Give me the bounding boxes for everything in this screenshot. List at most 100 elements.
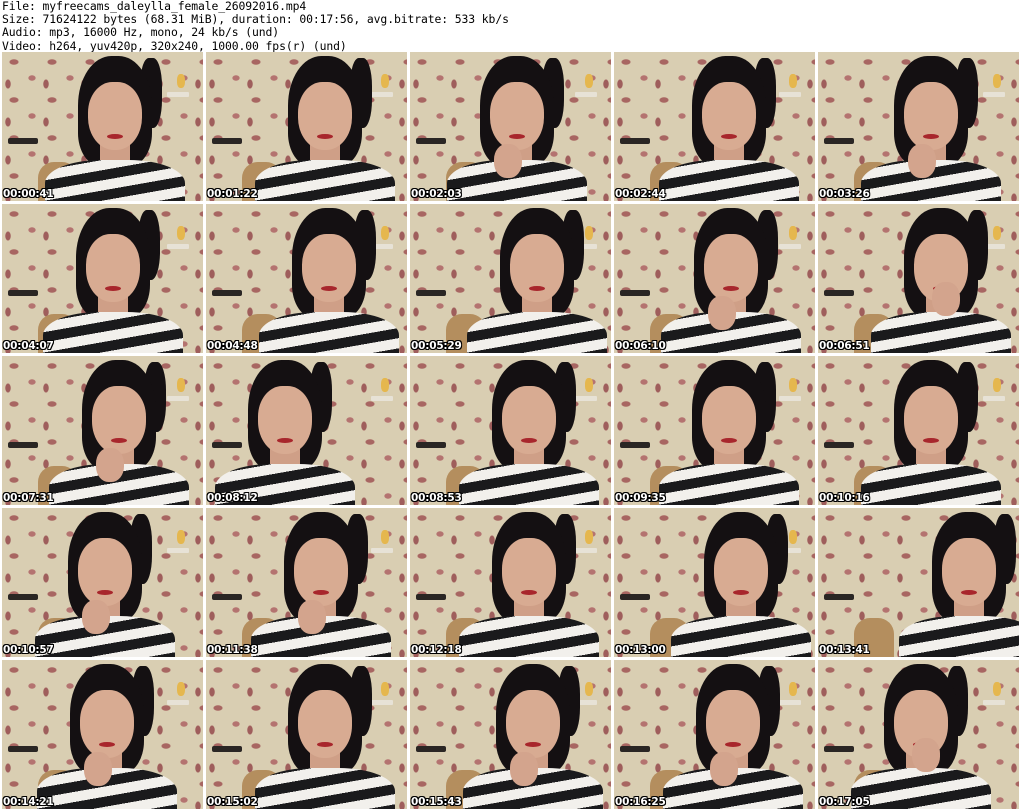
lips xyxy=(317,134,333,139)
hand xyxy=(96,448,124,482)
thumbnail-timestamp: 00:00:41 xyxy=(3,188,54,200)
face xyxy=(502,538,556,606)
video-thumbnail: 00:15:02 xyxy=(206,660,407,809)
thumbnail-timestamp: 00:02:03 xyxy=(411,188,462,200)
face xyxy=(86,234,140,302)
wall-shelf xyxy=(212,746,242,752)
striped-shirt xyxy=(259,312,399,353)
video-thumbnail: 00:08:53 xyxy=(410,356,611,505)
flower-vase xyxy=(789,226,797,240)
lips xyxy=(525,742,541,747)
flower-vase xyxy=(177,682,185,696)
video-thumbnail: 00:03:26 xyxy=(818,52,1019,201)
wall-shelf xyxy=(824,290,854,296)
flower-vase xyxy=(381,530,389,544)
video-thumbnail: 00:07:31 xyxy=(2,356,203,505)
video-thumbnail: 00:15:43 xyxy=(410,660,611,809)
lips xyxy=(923,134,939,139)
video-thumbnail: 00:16:25 xyxy=(614,660,815,809)
flower-vase xyxy=(789,530,797,544)
wall-shelf xyxy=(620,594,650,600)
thumbnail-timestamp: 00:01:22 xyxy=(207,188,258,200)
lips xyxy=(99,742,115,747)
wall-shelf-right xyxy=(983,92,1005,97)
audio-info-line: Audio: mp3, 16000 Hz, mono, 24 kb/s (und… xyxy=(2,25,280,40)
face xyxy=(258,386,312,454)
face xyxy=(942,538,996,606)
wall-shelf xyxy=(620,290,650,296)
video-thumbnail: 00:14:21 xyxy=(2,660,203,809)
lips xyxy=(313,590,329,595)
face xyxy=(904,386,958,454)
video-thumbnail: 00:12:18 xyxy=(410,508,611,657)
wall-shelf xyxy=(620,746,650,752)
wall-shelf xyxy=(620,138,650,144)
wall-shelf-right xyxy=(167,396,189,401)
video-thumbnail: 00:02:03 xyxy=(410,52,611,201)
flower-vase xyxy=(993,682,1001,696)
face xyxy=(506,690,560,758)
lips xyxy=(725,742,741,747)
striped-shirt xyxy=(659,464,799,505)
thumbnail-timestamp: 00:13:41 xyxy=(819,644,870,656)
flower-vase xyxy=(585,226,593,240)
thumbnail-timestamp: 00:10:57 xyxy=(3,644,54,656)
flower-vase xyxy=(789,682,797,696)
video-thumbnail: 00:06:51 xyxy=(818,204,1019,353)
wall-shelf-right xyxy=(575,92,597,97)
face xyxy=(702,386,756,454)
striped-shirt xyxy=(255,768,395,809)
striped-shirt xyxy=(899,616,1019,657)
thumbnail-timestamp: 00:17:05 xyxy=(819,796,870,808)
lips xyxy=(521,438,537,443)
flower-vase xyxy=(789,74,797,88)
flower-vase xyxy=(177,74,185,88)
lips xyxy=(105,286,121,291)
striped-shirt xyxy=(871,312,1011,353)
video-thumbnail: 00:11:38 xyxy=(206,508,407,657)
video-thumbnail: 00:09:35 xyxy=(614,356,815,505)
wall-shelf xyxy=(8,290,38,296)
wall-shelf xyxy=(8,594,38,600)
flower-vase xyxy=(177,378,185,392)
hand xyxy=(84,752,112,786)
video-thumbnail: 00:13:00 xyxy=(614,508,815,657)
flower-vase xyxy=(993,378,1001,392)
wall-shelf xyxy=(416,594,446,600)
wall-shelf xyxy=(824,746,854,752)
wall-shelf xyxy=(416,746,446,752)
face xyxy=(88,82,142,150)
face xyxy=(294,538,348,606)
lips xyxy=(107,134,123,139)
face xyxy=(904,82,958,150)
wall-shelf-right xyxy=(371,396,393,401)
video-info-line: Video: h264, yuv420p, 320x240, 1000.00 f… xyxy=(2,38,347,53)
wall-shelf-right xyxy=(167,92,189,97)
thumbnail-timestamp: 00:11:38 xyxy=(207,644,258,656)
thumbnail-timestamp: 00:13:00 xyxy=(615,644,666,656)
thumbnail-timestamp: 00:10:16 xyxy=(819,492,870,504)
striped-shirt xyxy=(45,160,185,201)
hand xyxy=(298,600,326,634)
file-info-header: File: myfreecams_daleylla_female_2609201… xyxy=(2,0,509,53)
striped-shirt xyxy=(255,160,395,201)
face xyxy=(78,538,132,606)
thumbnail-timestamp: 00:16:25 xyxy=(615,796,666,808)
lips xyxy=(321,286,337,291)
thumbnail-timestamp: 00:08:53 xyxy=(411,492,462,504)
thumbnail-timestamp: 00:04:07 xyxy=(3,340,54,352)
striped-shirt xyxy=(851,768,991,809)
thumbnail-timestamp: 00:06:10 xyxy=(615,340,666,352)
wall-shelf-right xyxy=(983,700,1005,705)
video-thumbnail: 00:13:41 xyxy=(818,508,1019,657)
hand xyxy=(708,296,736,330)
lips xyxy=(961,590,977,595)
striped-shirt xyxy=(459,464,599,505)
video-thumbnail: 00:01:22 xyxy=(206,52,407,201)
video-thumbnail: 00:05:29 xyxy=(410,204,611,353)
face xyxy=(298,82,352,150)
thumbnail-timestamp: 00:15:43 xyxy=(411,796,462,808)
wall-shelf xyxy=(824,442,854,448)
wall-shelf-right xyxy=(167,548,189,553)
lips xyxy=(277,438,293,443)
